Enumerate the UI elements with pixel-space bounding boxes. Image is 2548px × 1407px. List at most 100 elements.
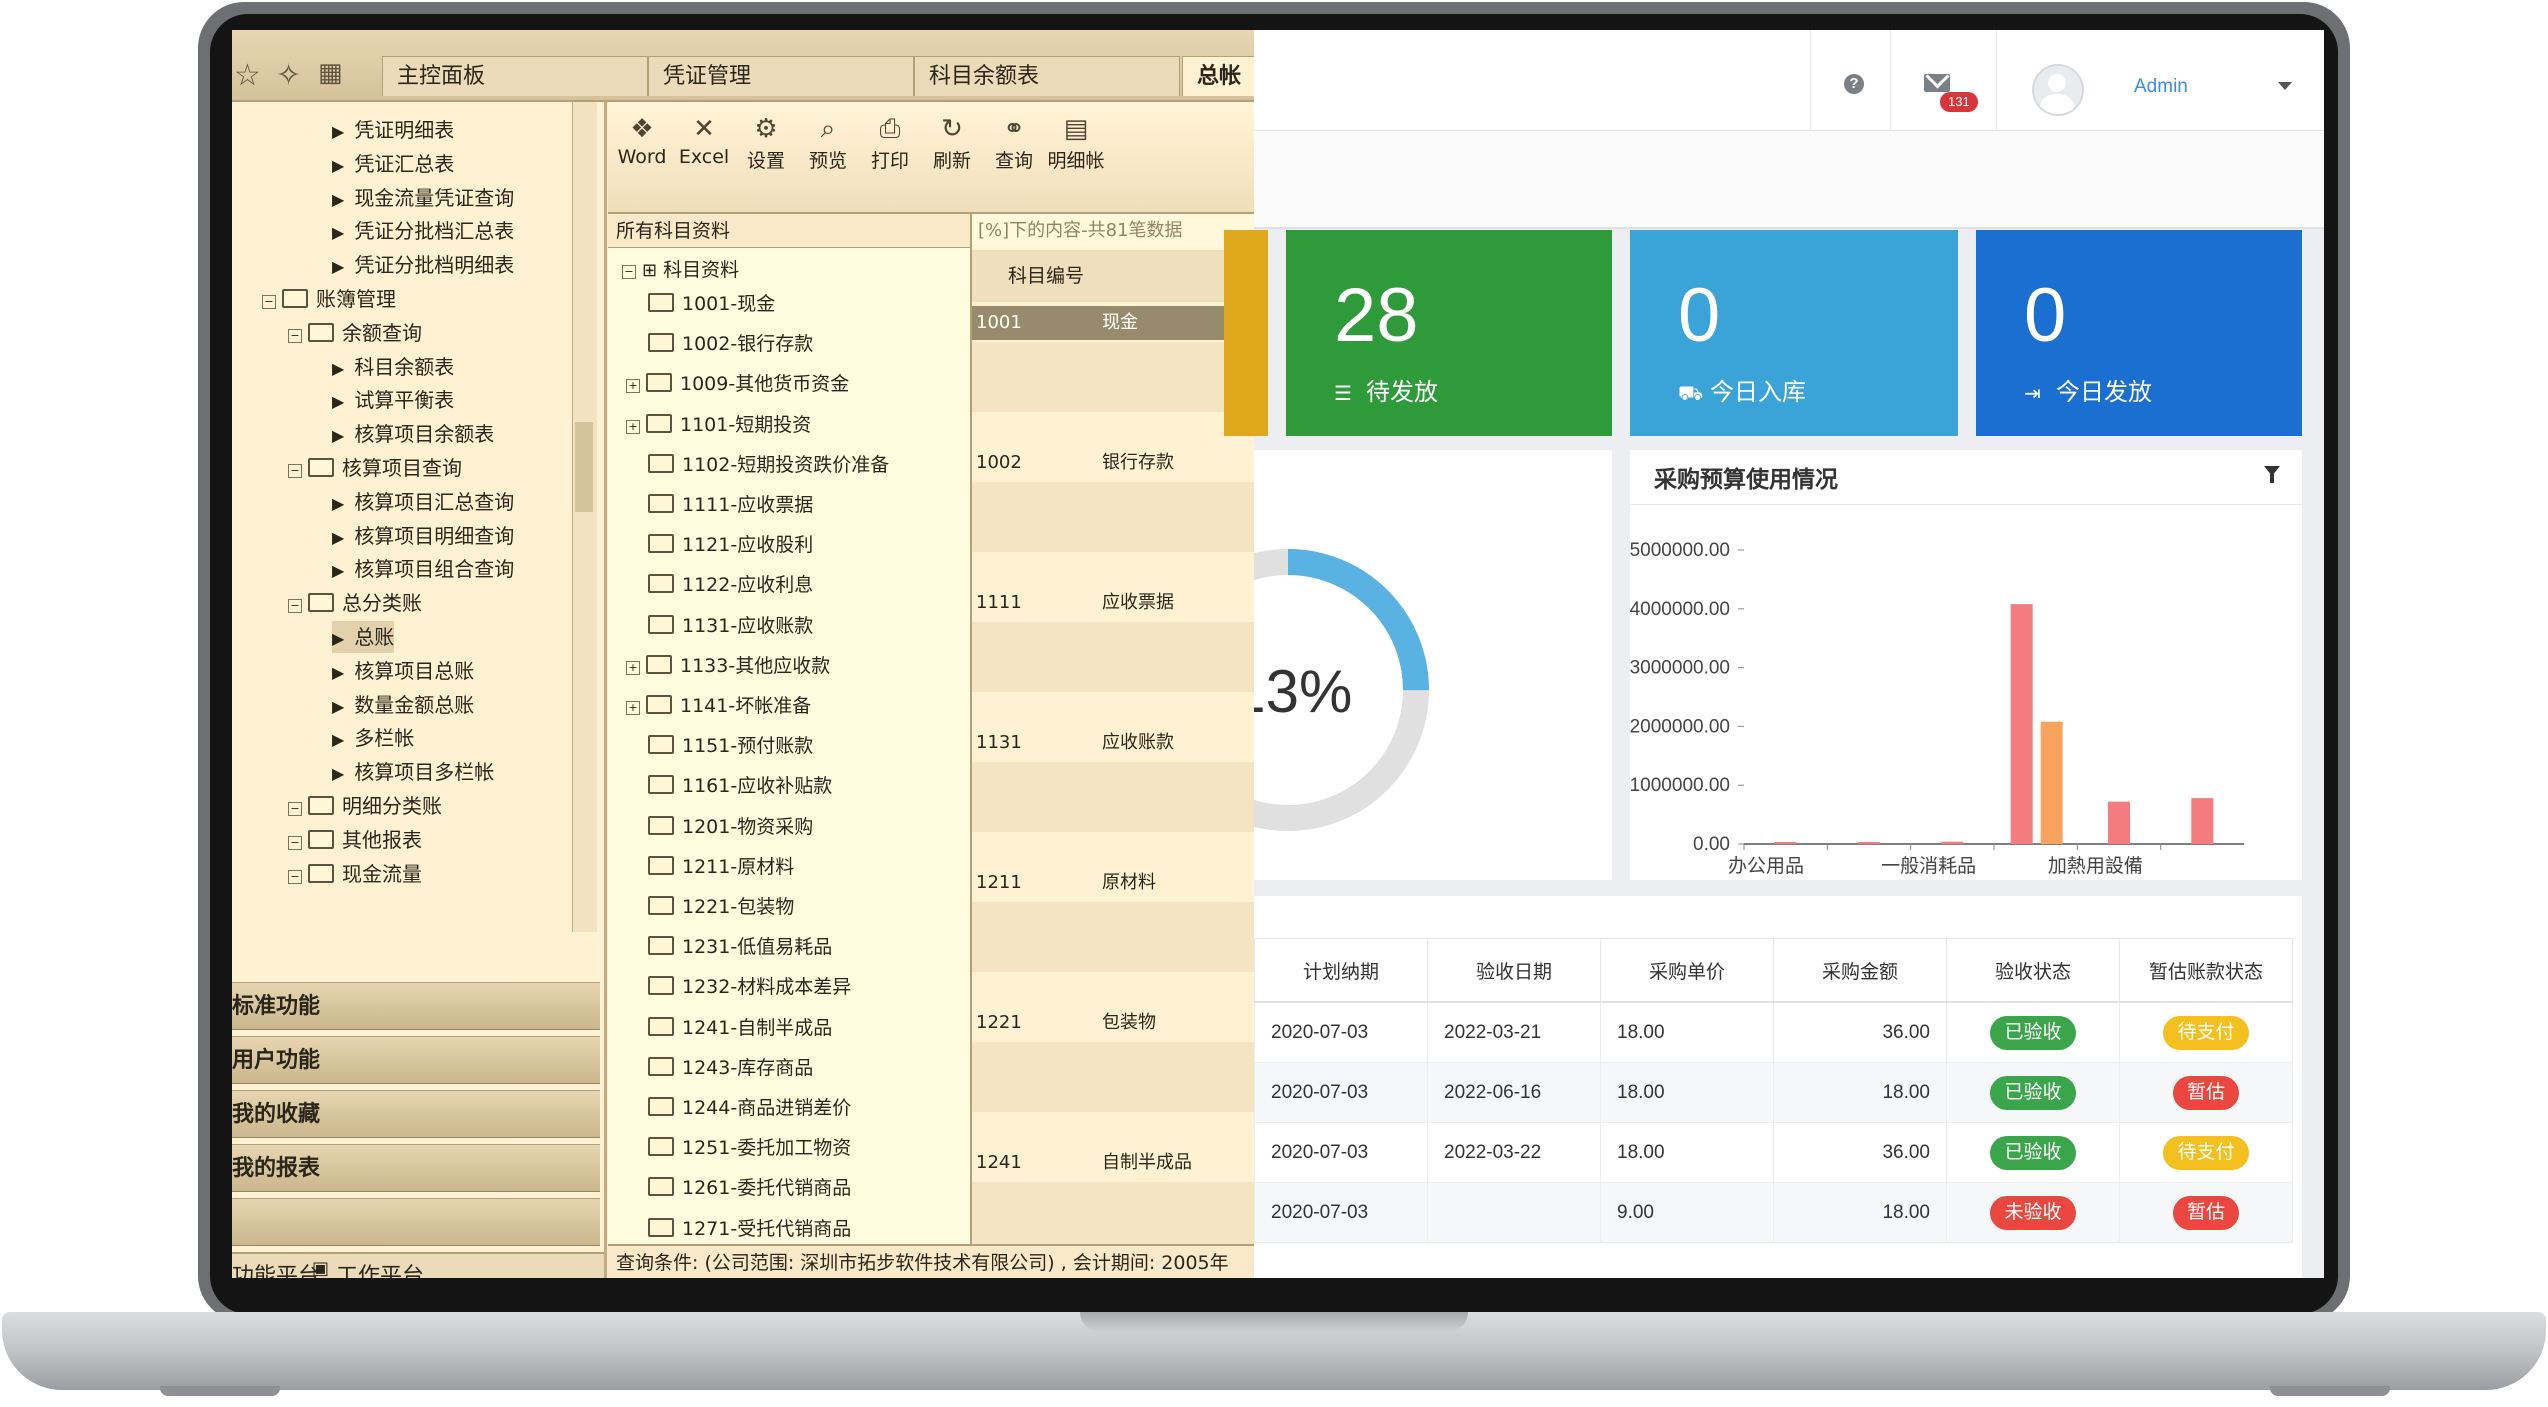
column-header[interactable]: 采购金额 <box>1773 938 1947 1003</box>
account-item[interactable]: 1261-委托代销商品 <box>648 1172 851 1204</box>
tree-item[interactable]: ▶ 科目余额表 <box>332 351 454 383</box>
status-badge[interactable]: 已验收 <box>1990 1075 2076 1110</box>
account-item[interactable]: 1122-应收利息 <box>648 569 813 601</box>
table-row[interactable]: 2020-07-03 2022-06-16 18.00 18.00 已验收 暂估 <box>1254 1062 2293 1123</box>
expand-icon[interactable]: − <box>288 835 302 850</box>
tree-item[interactable]: − 总分类账 <box>288 587 422 619</box>
column-header[interactable]: 验收日期 <box>1427 938 1601 1003</box>
tree-item[interactable]: ▶ 数量金额总账 <box>332 689 474 721</box>
stat-card-stock-in[interactable]: 0 ⛟ 今日入库 <box>1630 230 1958 436</box>
add-favorite-icon[interactable]: ✧ <box>276 58 301 93</box>
account-item[interactable]: 1241-自制半成品 <box>648 1012 832 1044</box>
account-item[interactable]: 1102-短期投资跌价准备 <box>648 449 889 481</box>
toolbar-button-0[interactable]: ❖ Word <box>610 112 674 168</box>
tab-voucher-management[interactable]: 凭证管理 <box>648 56 914 96</box>
tree-item[interactable]: − 明细分类账 <box>288 790 442 822</box>
tree-item[interactable]: ▶ 总账 <box>332 621 395 653</box>
tree-item[interactable]: ▶ 核算项目多栏帐 <box>332 756 494 788</box>
expand-icon[interactable]: − <box>288 869 302 884</box>
account-row[interactable]: 1221 包装物 <box>972 1006 1254 1040</box>
tree-item[interactable]: ▶ 核算项目组合查询 <box>332 553 514 585</box>
expand-icon[interactable]: + <box>626 379 640 394</box>
status-badge[interactable]: 已验收 <box>1990 1135 2076 1170</box>
tree-item[interactable]: ▶ 核算项目明细查询 <box>332 520 514 552</box>
account-item[interactable]: 1232-材料成本差异 <box>648 971 851 1003</box>
column-header[interactable]: 验收状态 <box>1946 938 2120 1003</box>
account-root[interactable]: − ⊞ 科目资料 <box>622 254 739 286</box>
column-header[interactable]: 暂估账款状态 <box>2119 938 2293 1003</box>
tree-item[interactable]: ▶ 凭证分批档明细表 <box>332 249 514 281</box>
account-item[interactable]: 1271-受托代销商品 <box>648 1213 851 1245</box>
expand-icon[interactable]: + <box>626 701 640 715</box>
account-item[interactable]: 1244-商品进销差价 <box>648 1092 851 1124</box>
account-item[interactable]: 1002-银行存款 <box>648 328 813 360</box>
account-item[interactable]: 1201-物资采购 <box>648 811 813 843</box>
table-row[interactable]: 2020-07-03 2022-03-21 18.00 36.00 已验收 待支付 <box>1254 1001 2293 1063</box>
help-icon[interactable]: ? <box>1844 74 1864 94</box>
tree-item[interactable]: ▶ 凭证汇总表 <box>332 148 454 180</box>
expand-icon[interactable]: − <box>262 295 276 309</box>
avatar[interactable] <box>2032 64 2084 116</box>
section-user-functions[interactable]: 用户功能 <box>232 1036 600 1084</box>
account-item[interactable]: +1101-短期投资 <box>626 409 811 441</box>
account-item[interactable]: +1141-坏帐准备 <box>626 690 811 722</box>
toolbar-button-6[interactable]: ⚭ 查询 <box>982 112 1046 173</box>
status-badge[interactable]: 未验收 <box>1990 1195 2076 1230</box>
toolbar-button-5[interactable]: ↻ 刷新 <box>920 112 984 173</box>
tree-item[interactable]: ▶ 核算项目总账 <box>332 655 474 687</box>
tab-work-platform[interactable]: 工作平台 <box>336 1258 424 1278</box>
favorite-star-icon[interactable]: ☆ <box>234 58 261 93</box>
account-item[interactable]: 1111-应收票据 <box>648 489 813 521</box>
toolbar-button-1[interactable]: ✕ Excel <box>672 112 736 168</box>
account-row[interactable]: 1211 原材料 <box>972 866 1254 900</box>
mail-icon[interactable] <box>1924 74 1950 92</box>
stat-card-pending[interactable]: 28 ☰ 待发放 <box>1286 230 1612 436</box>
stat-card-issued[interactable]: 0 ⇥ 今日发放 <box>1976 230 2302 436</box>
account-item[interactable]: 1221-包装物 <box>648 891 794 923</box>
estimate-badge[interactable]: 待支付 <box>2163 1015 2249 1050</box>
user-name[interactable]: Admin <box>2134 76 2188 98</box>
expand-icon[interactable]: + <box>626 419 640 434</box>
section-standard-functions[interactable]: 标准功能 <box>232 982 600 1030</box>
tab-main-panel[interactable]: 主控面板 <box>382 56 648 96</box>
table-row[interactable]: 2020-07-03 2022-03-22 18.00 36.00 已验收 待支付 <box>1254 1122 2293 1183</box>
account-item[interactable]: 1121-应收股利 <box>648 529 813 561</box>
tree-item[interactable]: ▶ 核算项目汇总查询 <box>332 486 514 518</box>
grid-view-icon[interactable]: ▦ <box>318 58 343 88</box>
account-item[interactable]: 1243-库存商品 <box>648 1052 813 1084</box>
account-item[interactable]: 1131-应收账款 <box>648 610 813 642</box>
account-item[interactable]: +1133-其他应收款 <box>626 650 830 682</box>
estimate-badge[interactable]: 待支付 <box>2163 1135 2249 1170</box>
account-item[interactable]: 1151-预付账款 <box>648 730 813 762</box>
account-item[interactable]: +1009-其他货币资金 <box>626 368 849 400</box>
estimate-badge[interactable]: 暂估 <box>2172 1195 2239 1230</box>
tree-item[interactable]: ▶ 凭证明细表 <box>332 114 454 146</box>
status-badge[interactable]: 已验收 <box>1990 1015 2076 1050</box>
account-row[interactable]: 1001 现金 <box>972 306 1254 340</box>
expand-icon[interactable]: − <box>288 328 302 343</box>
account-item[interactable]: 1231-低值易耗品 <box>648 931 832 963</box>
account-row[interactable]: 1241 自制半成品 <box>972 1146 1254 1180</box>
estimate-badge[interactable]: 暂估 <box>2172 1075 2239 1110</box>
tab-general-ledger[interactable]: 总帐 <box>1182 56 1254 96</box>
tab-function-platform[interactable]: 功能平台 <box>232 1258 320 1278</box>
tree-item[interactable]: − 核算项目查询 <box>288 452 462 484</box>
account-row[interactable]: 1131 应收账款 <box>972 726 1254 760</box>
section-more[interactable] <box>232 1198 600 1246</box>
tree-scrollbar[interactable] <box>572 102 597 932</box>
tree-item[interactable]: ▶ 核算项目余额表 <box>332 418 494 450</box>
account-item[interactable]: 1211-原材料 <box>648 851 794 883</box>
account-item[interactable]: 1161-应收补贴款 <box>648 770 832 802</box>
account-item[interactable]: 1001-现金 <box>648 288 775 320</box>
toolbar-button-2[interactable]: ⚙ 设置 <box>734 112 798 173</box>
account-row[interactable]: 1111 应收票据 <box>972 586 1254 620</box>
toolbar-button-4[interactable]: ⎙ 打印 <box>858 112 922 173</box>
toolbar-button-3[interactable]: ⌕ 预览 <box>796 112 860 173</box>
column-header[interactable]: 计划纳期 <box>1254 938 1428 1003</box>
expand-icon[interactable]: − <box>288 802 302 816</box>
account-item[interactable]: 1251-委托加工物资 <box>648 1132 851 1164</box>
account-row[interactable]: 1002 银行存款 <box>972 446 1254 480</box>
table-row[interactable]: 2020-07-03 9.00 18.00 未验收 暂估 <box>1254 1182 2293 1243</box>
tree-item[interactable]: − 账簿管理 <box>262 283 396 315</box>
expand-icon[interactable]: + <box>626 660 640 675</box>
